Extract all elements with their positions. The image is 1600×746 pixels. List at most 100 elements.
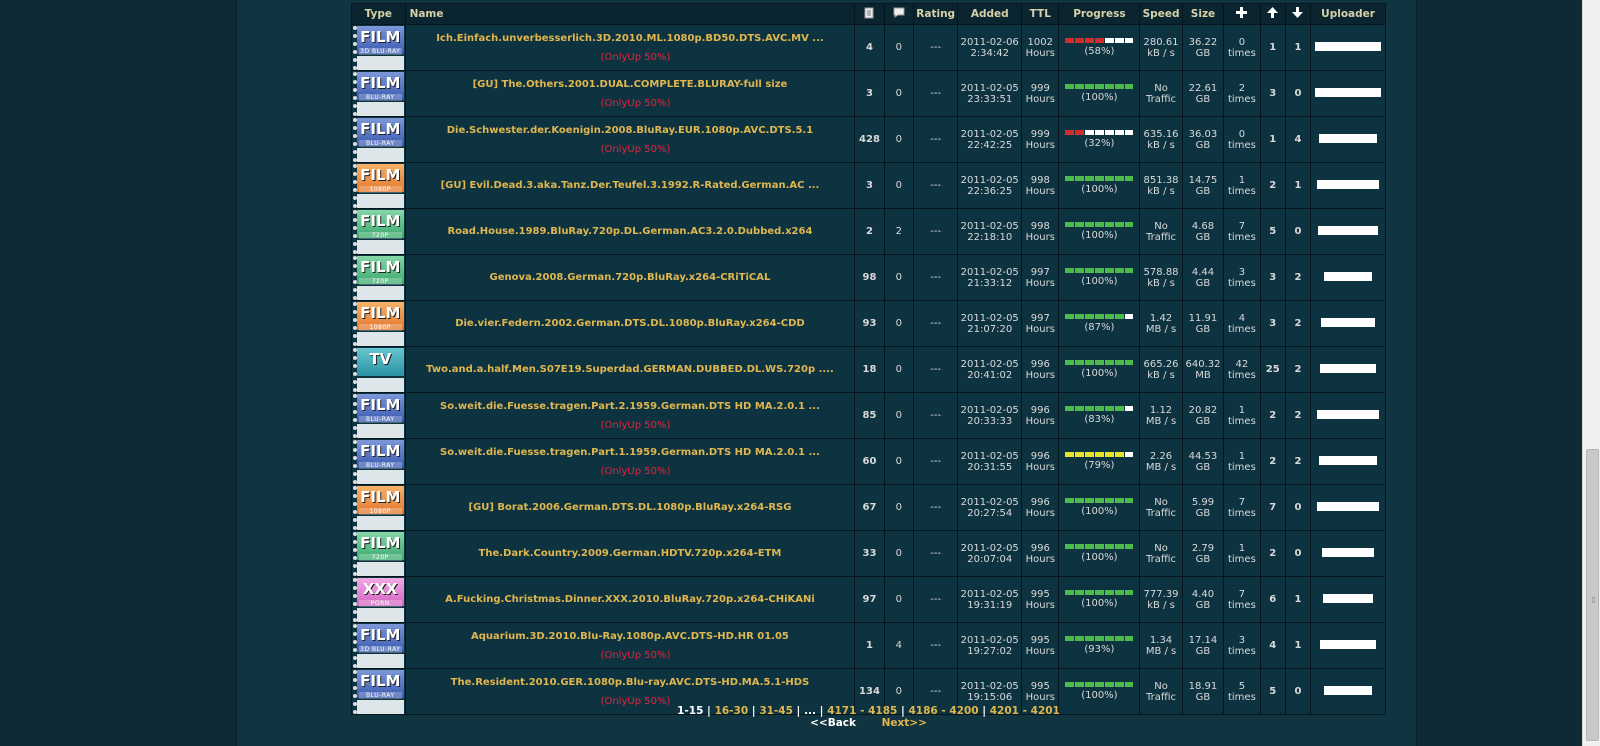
category-icon[interactable]: XXX PORN: [352, 577, 404, 622]
torrent-name-link[interactable]: Road.House.1989.BluRay.720p.DL.German.AC…: [406, 226, 855, 237]
leechers-count[interactable]: 1: [1284, 622, 1312, 669]
header-files[interactable]: [854, 3, 885, 25]
uploader-cell[interactable]: [1310, 208, 1386, 255]
uploader-cell[interactable]: [1310, 254, 1386, 301]
back-link[interactable]: <<Back: [810, 717, 856, 729]
uploader-cell[interactable]: [1310, 116, 1386, 163]
comments-count[interactable]: 0: [883, 530, 914, 577]
header-uploader[interactable]: Uploader: [1310, 3, 1386, 25]
snatched-cell[interactable]: 3 times: [1223, 254, 1261, 301]
header-snatched[interactable]: [1223, 3, 1261, 25]
header-seeders[interactable]: [1259, 3, 1286, 25]
comments-count[interactable]: 0: [883, 484, 914, 531]
seeders-count[interactable]: 4: [1259, 622, 1286, 669]
scrollbar-thumb[interactable]: [1586, 449, 1599, 741]
page-link[interactable]: 4171 - 4185: [827, 705, 897, 717]
torrent-name-link[interactable]: So.weit.die.Fuesse.tragen.Part.2.1959.Ge…: [406, 401, 855, 412]
torrent-name-link[interactable]: [GU] Borat.2006.German.DTS.DL.1080p.BluR…: [406, 502, 855, 513]
leechers-count[interactable]: 2: [1284, 438, 1312, 485]
category-icon[interactable]: FILM BLU-RAY: [352, 71, 404, 116]
leechers-count[interactable]: 0: [1284, 208, 1312, 255]
category-icon[interactable]: FILM 1080P: [352, 301, 404, 346]
leechers-count[interactable]: 2: [1284, 300, 1312, 347]
snatched-cell[interactable]: 0 times: [1223, 24, 1261, 71]
seeders-count[interactable]: 7: [1259, 484, 1286, 531]
torrent-name-link[interactable]: Die.vier.Federn.2002.German.DTS.DL.1080p…: [406, 318, 855, 329]
leechers-count[interactable]: 2: [1284, 392, 1312, 439]
files-count[interactable]: 93: [854, 300, 885, 347]
header-speed[interactable]: Speed: [1139, 3, 1183, 25]
uploader-cell[interactable]: [1310, 392, 1386, 439]
snatched-cell[interactable]: 1 times: [1223, 438, 1261, 485]
uploader-cell[interactable]: [1310, 300, 1386, 347]
files-count[interactable]: 97: [854, 576, 885, 623]
seeders-count[interactable]: 2: [1259, 530, 1286, 577]
category-icon[interactable]: FILM 3D BLU-RAY: [352, 25, 404, 70]
snatched-cell[interactable]: 1 times: [1223, 392, 1261, 439]
torrent-name-link[interactable]: [GU] The.Others.2001.DUAL.COMPLETE.BLURA…: [406, 79, 855, 90]
header-type[interactable]: Type: [351, 3, 406, 25]
comments-count[interactable]: 0: [883, 162, 914, 209]
snatched-cell[interactable]: 4 times: [1223, 300, 1261, 347]
snatched-cell[interactable]: 1 times: [1223, 530, 1261, 577]
seeders-count[interactable]: 1: [1259, 116, 1286, 163]
seeders-count[interactable]: 2: [1259, 162, 1286, 209]
files-count[interactable]: 18: [854, 346, 885, 393]
uploader-cell[interactable]: [1310, 484, 1386, 531]
header-added[interactable]: Added: [957, 3, 1023, 25]
files-count[interactable]: 4: [854, 24, 885, 71]
category-icon[interactable]: TV: [352, 347, 404, 392]
comments-count[interactable]: 0: [883, 392, 914, 439]
seeders-count[interactable]: 2: [1259, 392, 1286, 439]
snatched-cell[interactable]: 7 times: [1223, 484, 1261, 531]
torrent-name-link[interactable]: Die.Schwester.der.Koenigin.2008.BluRay.E…: [406, 125, 855, 136]
leechers-count[interactable]: 0: [1284, 70, 1312, 117]
leechers-count[interactable]: 1: [1284, 24, 1312, 71]
files-count[interactable]: 67: [854, 484, 885, 531]
page-link[interactable]: 4186 - 4200: [908, 705, 978, 717]
page-link[interactable]: 4201 - 4201: [990, 705, 1060, 717]
uploader-cell[interactable]: [1310, 576, 1386, 623]
comments-count[interactable]: 0: [883, 438, 914, 485]
comments-count[interactable]: 0: [883, 576, 914, 623]
torrent-name-link[interactable]: Genova.2008.German.720p.BluRay.x264-CRiT…: [406, 272, 855, 283]
snatched-cell[interactable]: 1 times: [1223, 162, 1261, 209]
category-icon[interactable]: FILM 1080P: [352, 163, 404, 208]
torrent-name-link[interactable]: [GU] Evil.Dead.3.aka.Tanz.Der.Teufel.3.1…: [406, 180, 855, 191]
header-name[interactable]: Name: [404, 3, 856, 25]
leechers-count[interactable]: 4: [1284, 116, 1312, 163]
torrent-name-link[interactable]: The.Dark.Country.2009.German.HDTV.720p.x…: [406, 548, 855, 559]
files-count[interactable]: 33: [854, 530, 885, 577]
seeders-count[interactable]: 3: [1259, 254, 1286, 301]
comments-count[interactable]: 0: [883, 70, 914, 117]
header-ttl[interactable]: TTL: [1021, 3, 1060, 25]
leechers-count[interactable]: 2: [1284, 254, 1312, 301]
files-count[interactable]: 60: [854, 438, 885, 485]
comments-count[interactable]: 0: [883, 300, 914, 347]
page-link[interactable]: 31-45: [759, 705, 793, 717]
header-size[interactable]: Size: [1181, 3, 1225, 25]
comments-count[interactable]: 0: [883, 254, 914, 301]
category-icon[interactable]: FILM 1080P: [352, 485, 404, 530]
torrent-name-link[interactable]: Aquarium.3D.2010.Blu-Ray.1080p.AVC.DTS-H…: [406, 631, 855, 642]
category-icon[interactable]: FILM 720P: [352, 255, 404, 300]
uploader-cell[interactable]: [1310, 622, 1386, 669]
seeders-count[interactable]: 1: [1259, 24, 1286, 71]
torrent-name-link[interactable]: Two.and.a.half.Men.S07E19.Superdad.GERMA…: [406, 364, 855, 375]
torrent-name-link[interactable]: Ich.Einfach.unverbesserlich.3D.2010.ML.1…: [406, 33, 855, 44]
files-count[interactable]: 1: [854, 622, 885, 669]
header-rating[interactable]: Rating: [912, 3, 959, 25]
comments-count[interactable]: 4: [883, 622, 914, 669]
files-count[interactable]: 428: [854, 116, 885, 163]
comments-count[interactable]: 0: [883, 346, 914, 393]
files-count[interactable]: 2: [854, 208, 885, 255]
seeders-count[interactable]: 5: [1259, 208, 1286, 255]
header-leechers[interactable]: [1284, 3, 1312, 25]
header-comments[interactable]: [883, 3, 914, 25]
files-count[interactable]: 85: [854, 392, 885, 439]
uploader-cell[interactable]: [1310, 162, 1386, 209]
uploader-cell[interactable]: [1310, 70, 1386, 117]
page-link[interactable]: 16-30: [715, 705, 749, 717]
seeders-count[interactable]: 6: [1259, 576, 1286, 623]
snatched-cell[interactable]: 3 times: [1223, 622, 1261, 669]
